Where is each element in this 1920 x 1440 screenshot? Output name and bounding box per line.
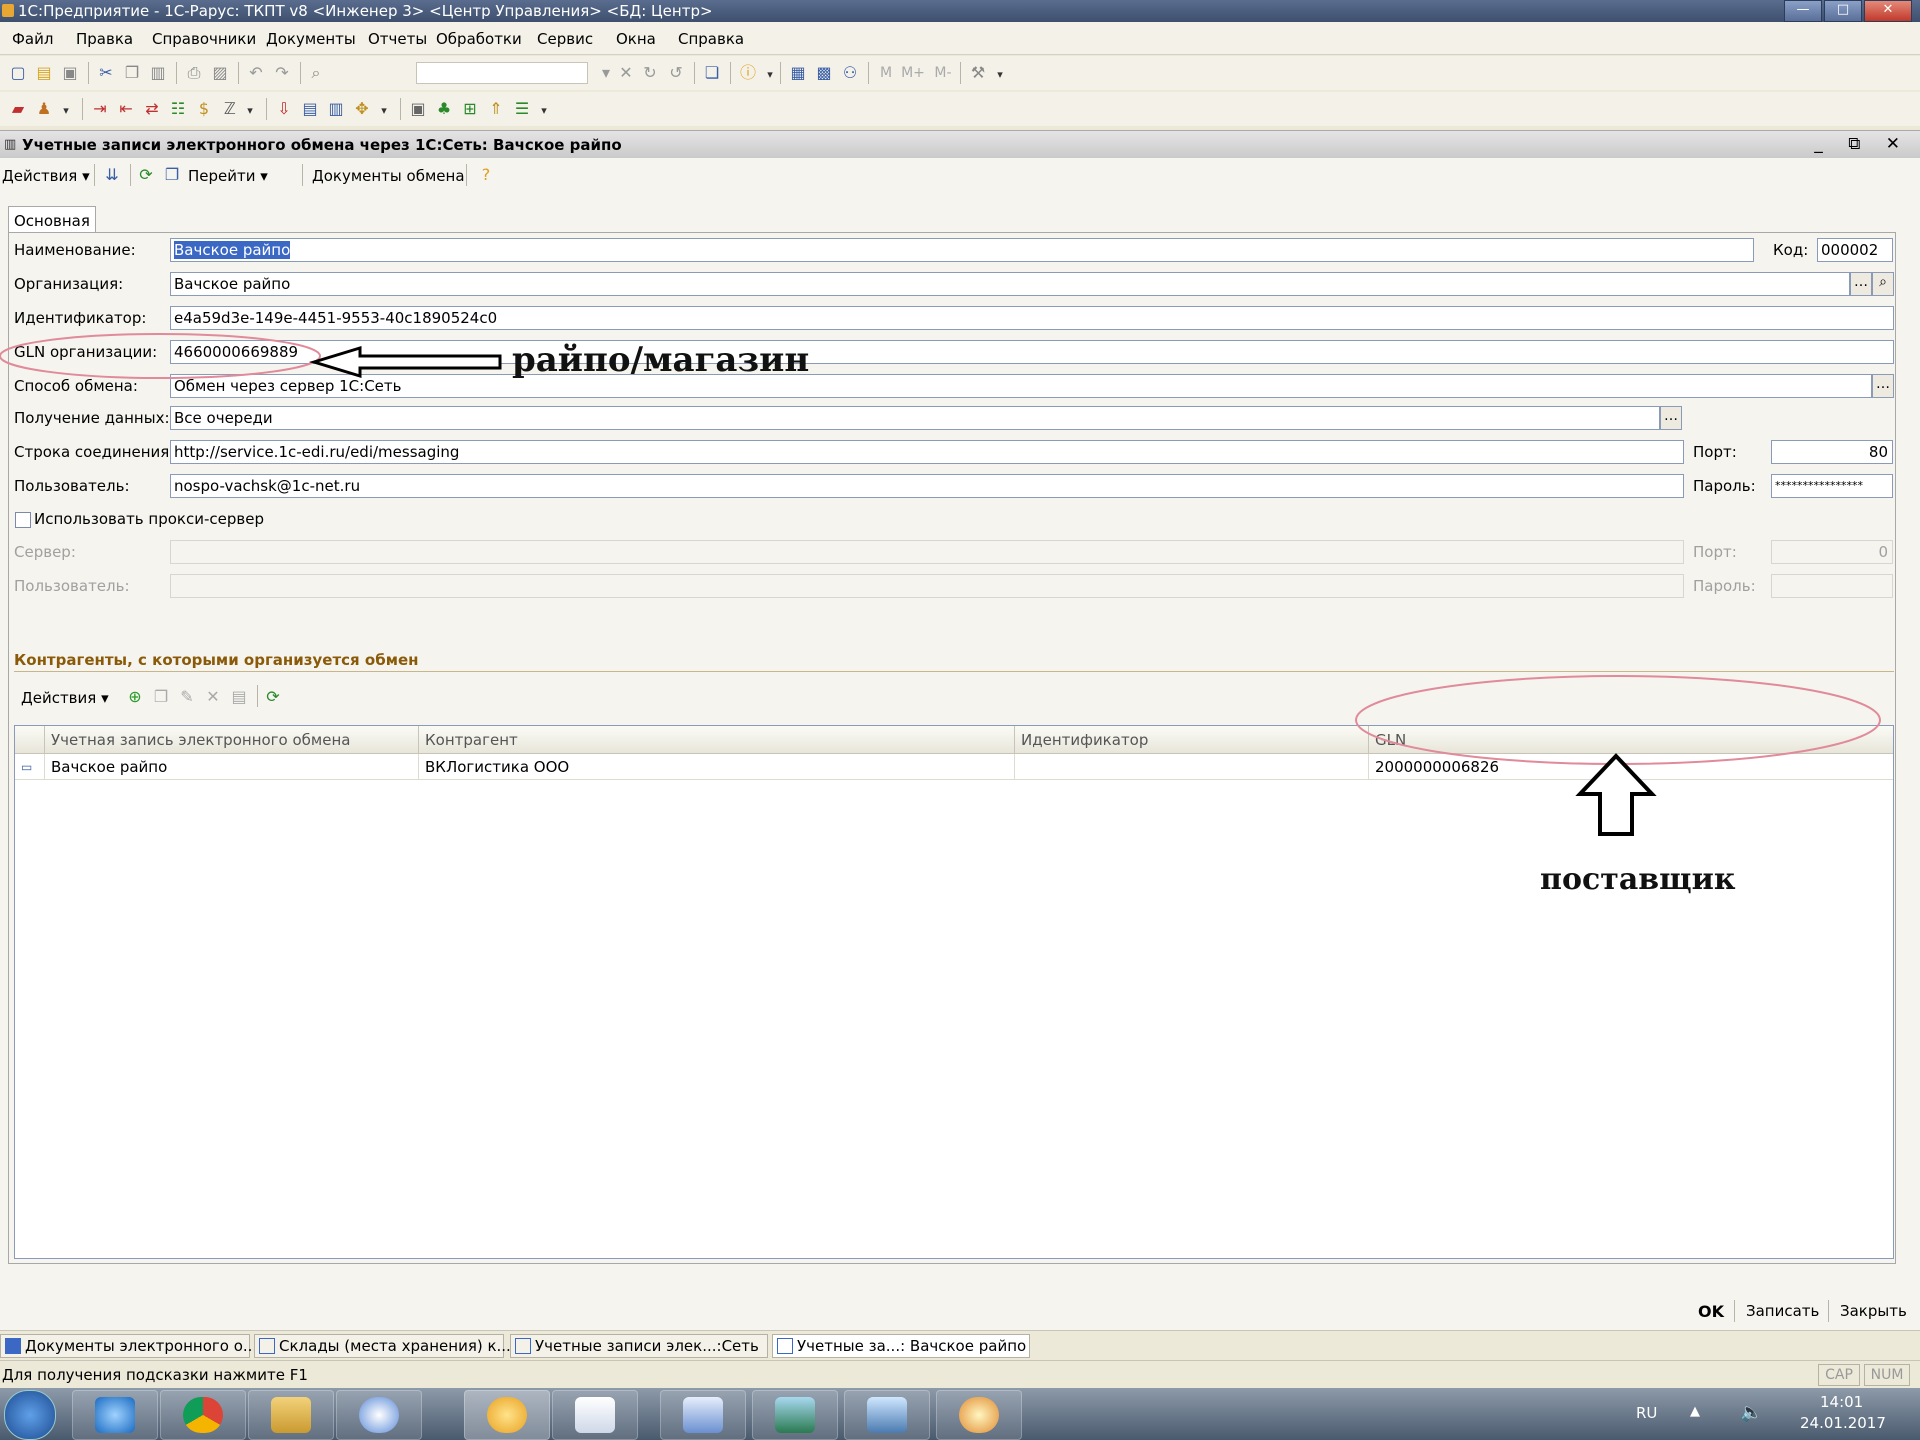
app-icon [359,1397,399,1433]
annotation-overlay [0,333,1881,836]
document-icon [5,1338,21,1354]
taskbar-text-doc[interactable] [660,1390,746,1440]
chrome-icon [183,1397,223,1433]
close-button[interactable]: Закрыть [1840,1302,1907,1320]
window-tab-documents[interactable]: Документы электронного о... [0,1334,257,1358]
status-hint: Для получения подсказки нажмите F1 [2,1366,308,1384]
supplier-annotation-text: поставщик [1540,862,1736,897]
left-arrow-annotation [308,345,502,379]
start-button[interactable] [4,1390,56,1440]
os-taskbar: RU ▲ 🔈 14:01 24.01.2017 [0,1388,1920,1440]
gln-org-circle [0,333,321,379]
org-annotation-text: райпо/магазин [512,340,810,380]
window-tab-accounts-list[interactable]: Учетные записи элек...:Сеть [510,1334,768,1358]
window-tab-warehouses[interactable]: Склады (места хранения) к... [254,1334,511,1358]
ok-button[interactable]: OK [1698,1302,1724,1321]
save-button[interactable]: Записать [1746,1302,1819,1320]
taskbar-1c[interactable] [464,1390,550,1440]
volume-icon[interactable]: 🔈 [1740,1402,1762,1423]
taskbar-app[interactable] [336,1390,422,1440]
window-tab-account-record[interactable]: Учетные за...: Вачское райпо [772,1334,1030,1358]
1c-icon [487,1397,527,1433]
clock-date[interactable]: 24.01.2017 [1800,1414,1886,1432]
list-icon [515,1338,531,1354]
taskbar-image-viewer[interactable] [752,1390,838,1440]
taskbar-paint[interactable] [936,1390,1022,1440]
taskbar-explorer[interactable] [248,1390,334,1440]
paint-icon [959,1397,999,1433]
clock-time[interactable]: 14:01 [1820,1393,1863,1411]
language-indicator[interactable]: RU [1636,1404,1657,1422]
list-icon [777,1338,793,1354]
taskbar-ie[interactable] [72,1390,158,1440]
spreadsheet-icon [575,1397,615,1433]
taskbar-calc-doc[interactable] [552,1390,638,1440]
image-icon [775,1397,815,1433]
num-indicator: NUM [1864,1364,1910,1386]
form-button-bar: OK Записать Закрыть [0,1292,1920,1330]
taskbar-chrome[interactable] [160,1390,246,1440]
up-arrow-annotation [1575,753,1657,836]
caps-indicator: CAP [1818,1364,1860,1386]
folder-icon [271,1397,311,1433]
notepad-icon [867,1397,907,1433]
list-icon [259,1338,275,1354]
tray-expand-icon[interactable]: ▲ [1690,1404,1700,1419]
window-tabs-bar: Документы электронного о... Склады (мест… [0,1330,1920,1361]
taskbar-notepad[interactable] [844,1390,930,1440]
gln-supplier-circle [1355,675,1881,765]
ie-icon [95,1397,135,1433]
text-document-icon [683,1397,723,1433]
status-bar: Для получения подсказки нажмите F1 CAP N… [0,1360,1920,1389]
